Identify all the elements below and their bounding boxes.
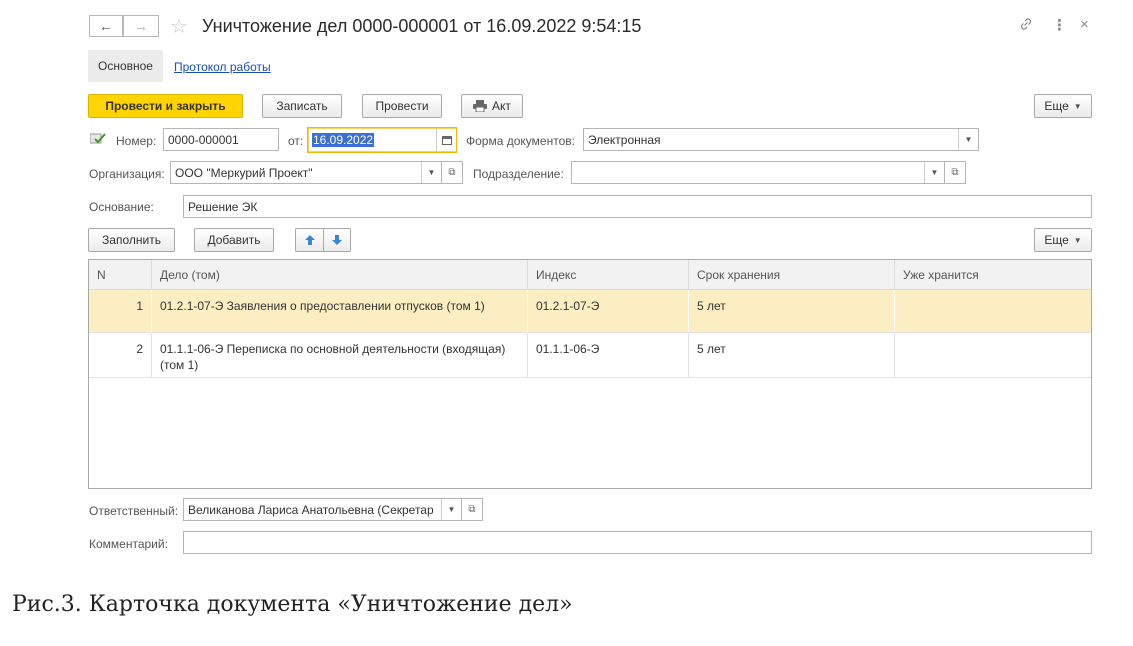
responsible-select[interactable]: Великанова Лариса Анатольевна (Секретар … [183,498,462,521]
tab-work-log[interactable]: Протокол работы [174,60,271,74]
chevron-down-icon: ▼ [1073,101,1082,111]
comment-field[interactable] [183,531,1092,554]
table-more-button[interactable]: Еще ▼ [1034,228,1092,252]
calendar-icon[interactable] [436,129,456,151]
save-button[interactable]: Записать [262,94,342,118]
chevron-down-icon[interactable]: ▼ [958,129,978,150]
column-header-term[interactable]: Срок хранения [689,260,895,290]
column-header-stored[interactable]: Уже хранится [895,260,1091,290]
basis-label: Основание: [89,200,154,214]
act-print-button[interactable]: Акт [461,94,523,118]
row-number: 2 [89,333,152,377]
close-icon[interactable]: × [1080,16,1089,33]
open-organization-icon[interactable]: ⧉ [441,161,463,184]
posted-status-icon [89,132,106,149]
comment-label: Комментарий: [89,537,168,551]
more-label: Еще [1044,99,1069,113]
doc-form-label: Форма документов: [466,134,575,148]
favorite-star-icon[interactable]: ☆ [170,14,188,39]
table-row[interactable]: 2 01.1.1-06-Э Переписка по основной деят… [89,333,1091,378]
more-actions-icon[interactable]: ⋮ [1052,16,1067,34]
doc-form-select[interactable]: Электронная ▼ [583,128,979,151]
row-case: 01.1.1-06-Э Переписка по основной деятел… [152,333,528,377]
move-down-button[interactable] [323,228,351,252]
responsible-value: Великанова Лариса Анатольевна (Секретар [188,502,434,517]
organization-value: ООО "Меркурий Проект" [175,165,313,180]
number-label: Номер: [116,134,157,148]
post-and-close-button[interactable]: Провести и закрыть [88,94,243,118]
date-label: от: [288,134,304,148]
chevron-down-icon[interactable]: ▼ [441,499,461,520]
number-field[interactable]: 0000-000001 [163,128,279,151]
division-select[interactable]: ▼ [571,161,945,184]
tab-main[interactable]: Основное [88,50,163,82]
date-field[interactable]: 16.09.2022 [307,127,457,153]
forward-button[interactable]: → [123,15,159,37]
chevron-down-icon[interactable]: ▼ [421,162,441,183]
post-button[interactable]: Провести [362,94,442,118]
window-title: Уничтожение дел 0000-000001 от 16.09.202… [202,16,642,36]
row-term: 5 лет [689,333,895,377]
back-arrow-icon: ← [99,18,113,34]
link-icon[interactable] [1018,16,1034,36]
column-header-case[interactable]: Дело (том) [152,260,528,290]
more-button[interactable]: Еще ▼ [1034,94,1092,118]
printer-icon [473,100,488,112]
doc-form-value: Электронная [588,132,661,147]
add-button[interactable]: Добавить [194,228,274,252]
column-header-index[interactable]: Индекс [528,260,689,290]
cases-table: N Дело (том) Индекс Срок хранения Уже хр… [88,259,1092,489]
table-more-label: Еще [1044,233,1069,247]
organization-select[interactable]: ООО "Меркурий Проект" ▼ [170,161,442,184]
figure-caption: Рис.3. Карточка документа «Уничтожение д… [12,592,573,617]
row-index: 01.1.1-06-Э [528,333,689,377]
act-label: Акт [492,99,511,113]
forward-arrow-icon: → [134,18,148,34]
row-stored [895,333,1091,377]
fill-button[interactable]: Заполнить [88,228,175,252]
arrow-down-icon [332,235,342,245]
division-label: Подразделение: [473,167,564,181]
table-row[interactable]: 1 01.2.1-07-Э Заявления о предоставлении… [89,290,1091,333]
organization-label: Организация: [89,167,165,181]
arrow-up-icon [304,235,315,245]
responsible-label: Ответственный: [89,504,179,518]
row-case: 01.2.1-07-Э Заявления о предоставлении о… [152,290,528,332]
column-header-n[interactable]: N [89,260,152,290]
date-value: 16.09.2022 [312,133,375,147]
open-division-icon[interactable]: ⧉ [944,161,966,184]
back-button[interactable]: ← [89,15,123,37]
row-stored [895,290,1091,332]
row-number: 1 [89,290,152,332]
row-index: 01.2.1-07-Э [528,290,689,332]
basis-field[interactable]: Решение ЭК [183,195,1092,218]
open-responsible-icon[interactable]: ⧉ [461,498,483,521]
chevron-down-icon[interactable]: ▼ [924,162,944,183]
move-up-button[interactable] [295,228,323,252]
chevron-down-icon: ▼ [1073,235,1082,245]
row-term: 5 лет [689,290,895,332]
